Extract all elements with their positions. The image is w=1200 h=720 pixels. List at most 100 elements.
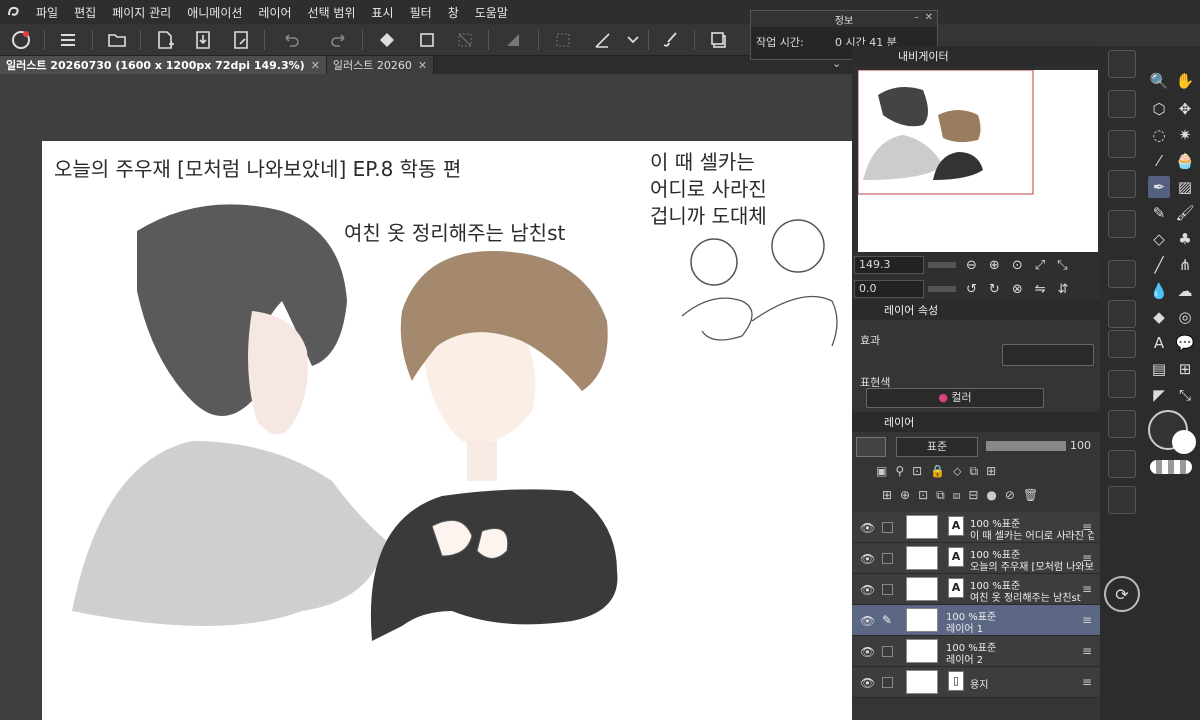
menu-filter[interactable]: 필터 (402, 4, 440, 21)
menu-file[interactable]: 파일 (28, 4, 66, 21)
minimize-icon[interactable]: – (914, 12, 919, 23)
invert-selection-icon[interactable] (500, 27, 526, 53)
grass-brush-icon[interactable]: ⋔ (1174, 254, 1196, 276)
layer-palette-icon[interactable] (1108, 330, 1136, 358)
zoom-in-icon[interactable]: ⊕ (989, 258, 1000, 273)
layer-menu-icon[interactable]: ≡ (1082, 551, 1092, 565)
eye-icon[interactable]: 👁 (860, 676, 875, 690)
opacity-slider[interactable] (986, 441, 1066, 451)
layer-checkbox[interactable] (882, 522, 893, 533)
layer-action-icons[interactable]: ⊞⊕⊡⧉⧈⊟●⊘🗑 (882, 488, 1092, 506)
zoom-out-icon[interactable]: ⊖ (966, 258, 977, 273)
eye-icon[interactable]: 👁 (860, 614, 875, 628)
layer-menu-icon[interactable]: ≡ (1082, 520, 1092, 534)
brush-size-icon[interactable] (1108, 130, 1136, 158)
flip-vertical-icon[interactable]: ⇵ (1058, 282, 1069, 297)
canvas-paper[interactable]: 오늘의 주우재 [모처럼 나와보았네] EP.8 학동 편 여친 옷 정리해주는… (42, 141, 852, 720)
color-set-icon[interactable] (1108, 210, 1136, 238)
gradient-tool-icon[interactable]: ▤ (1148, 358, 1170, 380)
tool-property-icon[interactable] (1108, 90, 1136, 118)
layer-row[interactable]: 👁 A 100 %표준 이 때 셀카는 어디로 사라진 겁니 ≡ (852, 512, 1100, 543)
layer-property-palette-icon[interactable] (1108, 300, 1136, 328)
layer-checkbox[interactable] (882, 646, 893, 657)
rotate-left-icon[interactable]: ↺ (966, 282, 977, 297)
layer-menu-icon[interactable]: ≡ (1082, 613, 1092, 627)
layer-checkbox[interactable] (882, 677, 893, 688)
layer-color-swatch[interactable] (856, 437, 886, 457)
airbrush-icon[interactable]: ☁ (1174, 280, 1196, 302)
layer-menu-icon[interactable]: ≡ (1082, 675, 1092, 689)
tab-second-document[interactable]: 일러스트 20260 ✕ (326, 56, 435, 74)
selection-layer-icon[interactable] (550, 27, 576, 53)
hand-tool-icon[interactable]: ✋ (1174, 70, 1196, 92)
rotate-layout-icon[interactable]: ⟳ (1104, 576, 1140, 612)
close-icon[interactable]: ✕ (311, 59, 320, 72)
blend-tool-icon[interactable]: 💧 (1148, 280, 1170, 302)
rotate-right-icon[interactable]: ↻ (989, 282, 1000, 297)
close-icon[interactable]: ✕ (418, 59, 427, 72)
save-icon[interactable] (190, 27, 216, 53)
eraser-tool-icon[interactable]: ◇ (1148, 228, 1170, 250)
menu-selection[interactable]: 선택 범위 (300, 4, 364, 21)
fit-icon[interactable]: ⊙ (1012, 258, 1023, 273)
menu-animation[interactable]: 애니메이션 (179, 4, 250, 21)
navigator-palette-icon[interactable] (1108, 260, 1136, 288)
pencil-tool-icon[interactable]: ✎ (1148, 202, 1170, 224)
cake-icon[interactable]: 🧁 (1174, 150, 1196, 172)
fit-window-icon[interactable]: ⤢ (1035, 258, 1045, 273)
eye-icon[interactable]: 👁 (860, 552, 875, 566)
eyedropper-icon[interactable]: ⁄ (1148, 150, 1170, 172)
color-wheel-palette-icon[interactable] (1108, 170, 1136, 198)
tab-active-document[interactable]: 일러스트 20260730 (1600 x 1200px 72dpi 149.3… (0, 56, 327, 74)
effect-buttons[interactable] (1002, 344, 1094, 366)
fill-bucket-icon[interactable] (374, 27, 400, 53)
zoom-tool-icon[interactable]: 🔍 (1148, 70, 1170, 92)
actual-size-icon[interactable]: ⤡ (1057, 258, 1067, 273)
menu-page[interactable]: 페이지 관리 (104, 4, 179, 21)
layer-checkbox[interactable] (882, 584, 893, 595)
sub-color-swatch[interactable] (1172, 430, 1196, 454)
layer-row[interactable]: 👁 A 100 %표준 여친 옷 정리해주는 남친st ≡ (852, 574, 1100, 605)
history-palette-icon[interactable] (1108, 410, 1136, 438)
zoom-field[interactable]: 149.3 (854, 256, 924, 274)
blend-mode-select[interactable]: 표준 (896, 437, 978, 457)
hamburger-menu-icon[interactable] (55, 27, 81, 53)
reset-rotation-icon[interactable]: ⊗ (1012, 282, 1023, 297)
text-tool-icon[interactable]: A (1148, 332, 1170, 354)
material-palette-icon[interactable] (1108, 370, 1136, 398)
transparent-color-swatch[interactable] (1150, 460, 1192, 474)
rotation-slider[interactable] (928, 286, 956, 292)
fill-tool-icon[interactable]: ◆ (1148, 306, 1170, 328)
undo-icon[interactable] (278, 27, 304, 53)
clip-studio-icon[interactable] (8, 27, 34, 53)
layer-row-selected[interactable]: 👁 ✎ 100 %표준 레이어 1 ≡ (852, 605, 1100, 636)
frame-tool-icon[interactable]: ⊞ (1174, 358, 1196, 380)
line-tool-icon[interactable]: ╱ (1148, 254, 1170, 276)
menu-help[interactable]: 도움말 (467, 4, 516, 21)
layer-menu-icon[interactable]: ≡ (1082, 582, 1092, 596)
eye-icon[interactable]: 👁 (860, 645, 875, 659)
menu-layer[interactable]: 레이어 (250, 4, 299, 21)
close-icon[interactable]: ✕ (925, 12, 933, 23)
layer-row[interactable]: 👁 100 %표준 레이어 2 ≡ (852, 636, 1100, 667)
app-logo-icon[interactable] (0, 0, 28, 24)
menu-view[interactable]: 표시 (364, 4, 402, 21)
object-tool-icon[interactable]: ⬡ (1148, 98, 1170, 120)
speech-bubble-icon[interactable]: 💬 (1174, 332, 1196, 354)
search-palette-icon[interactable] (1108, 486, 1136, 514)
layer-checkbox[interactable] (882, 553, 893, 564)
flip-horizontal-icon[interactable]: ⇋ (1035, 282, 1046, 297)
brush-tool-icon[interactable]: 🖌 (1174, 202, 1196, 224)
menu-edit[interactable]: 편집 (66, 4, 104, 21)
move-tool-icon[interactable]: ✥ (1174, 98, 1196, 120)
texture-brush-icon[interactable]: ▨ (1174, 176, 1196, 198)
transform-icon[interactable] (414, 27, 440, 53)
ruler-snap-icon[interactable] (590, 27, 616, 53)
deselect-icon[interactable] (452, 27, 478, 53)
lasso-tool-icon[interactable]: ◌ (1148, 124, 1170, 146)
layer-menu-icon[interactable]: ≡ (1082, 644, 1092, 658)
new-file-icon[interactable] (152, 27, 178, 53)
brush-icon[interactable] (658, 27, 684, 53)
correct-line-icon[interactable]: ⤡ (1174, 384, 1196, 406)
rotation-field[interactable]: 0.0 (854, 280, 924, 298)
